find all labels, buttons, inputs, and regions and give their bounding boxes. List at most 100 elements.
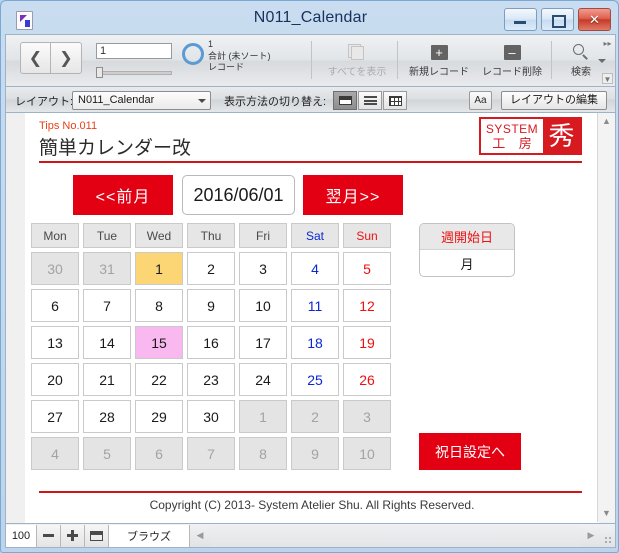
calendar-day-cell[interactable]: 29 <box>135 400 183 433</box>
calendar-day-cell[interactable]: 8 <box>135 289 183 322</box>
calendar-day-cell[interactable]: 11 <box>291 289 339 322</box>
calendar-day-cell[interactable]: 10 <box>343 437 391 470</box>
date-input[interactable]: 2016/06/01 <box>182 175 295 215</box>
calendar-day-cell[interactable]: 9 <box>291 437 339 470</box>
record-slider-thumb[interactable] <box>96 67 103 78</box>
content-vertical-scrollbar[interactable]: ▲ ▼ <box>597 113 615 522</box>
calendar-day-cell[interactable]: 27 <box>31 400 79 433</box>
table-view-button[interactable] <box>383 91 407 110</box>
record-slider[interactable] <box>96 67 172 78</box>
chevron-left-icon: ❮ <box>28 50 43 67</box>
calendar-day-cell[interactable]: 5 <box>343 252 391 285</box>
record-toolbar: ❮ ❯ 1 1 合計 (未ソート) レコード すべてを表示 + 新規レコード –… <box>5 34 616 86</box>
record-count: 1 <box>208 39 214 49</box>
logo-line1: SYSTEM <box>485 121 539 136</box>
calendar-weekday-tue: Tue <box>83 223 131 248</box>
calendar-day-cell[interactable]: 25 <box>291 363 339 396</box>
calendar-day-cell[interactable]: 6 <box>31 289 79 322</box>
calendar-day-cell[interactable]: 20 <box>31 363 79 396</box>
calendar-day-cell[interactable]: 30 <box>31 252 79 285</box>
calendar-day-cell[interactable]: 2 <box>187 252 235 285</box>
record-number-input[interactable]: 1 <box>96 43 172 59</box>
previous-month-button[interactable]: <<前月 <box>73 175 173 215</box>
minimize-button[interactable] <box>504 8 537 31</box>
calendar-grid: Mon Tue Wed Thu Fri Sat Sun 30 31 1 2 3 4 5 6 7 8 9 10 11 12… <box>31 223 401 474</box>
zoom-out-button[interactable] <box>37 524 61 547</box>
zoom-in-button[interactable] <box>61 524 85 547</box>
calendar-day-cell[interactable]: 13 <box>31 326 79 359</box>
list-view-button[interactable] <box>358 91 382 110</box>
calendar-week-row: 27 28 29 30 1 2 3 <box>31 400 401 433</box>
scroll-up-icon[interactable]: ▲ <box>598 113 615 130</box>
calendar-day-cell[interactable]: 19 <box>343 326 391 359</box>
calendar-day-cell[interactable]: 28 <box>83 400 131 433</box>
calendar-weekday-sat: Sat <box>291 223 339 248</box>
hscroll-right-icon[interactable]: ▶ <box>581 530 601 541</box>
maximize-button[interactable] <box>541 8 574 31</box>
calendar-day-cell[interactable]: 2 <box>291 400 339 433</box>
edit-layout-button[interactable]: レイアウトの編集 <box>501 91 607 110</box>
calendar-week-row: 6 7 8 9 10 11 12 <box>31 289 401 322</box>
month-navigation: <<前月 2016/06/01 翌月>> <box>73 175 403 215</box>
close-button[interactable]: ✕ <box>578 8 611 31</box>
form-view-button[interactable] <box>333 91 357 110</box>
calendar-day-cell[interactable]: 6 <box>135 437 183 470</box>
application-window: N011_Calendar ✕ ❮ ❯ 1 1 合計 (未ソート) レコード す… <box>0 0 619 553</box>
calendar-day-cell[interactable]: 3 <box>343 400 391 433</box>
calendar-day-cell[interactable]: 21 <box>83 363 131 396</box>
calendar-day-cell[interactable]: 7 <box>83 289 131 322</box>
calendar-day-cell[interactable]: 17 <box>239 326 287 359</box>
next-record-button[interactable]: ❯ <box>51 42 82 74</box>
scroll-down-icon[interactable]: ▼ <box>598 505 615 522</box>
calendar-day-cell[interactable]: 14 <box>83 326 131 359</box>
week-start-value[interactable]: 月 <box>420 250 514 276</box>
calendar-day-cell[interactable]: 1 <box>135 252 183 285</box>
calendar-day-cell[interactable]: 7 <box>187 437 235 470</box>
chevron-right-icon: ❯ <box>59 50 73 67</box>
calendar-day-cell[interactable]: 16 <box>187 326 235 359</box>
calendar-day-cell[interactable]: 23 <box>187 363 235 396</box>
logo-line2: 工 房 <box>492 135 537 151</box>
calendar-day-cell[interactable]: 4 <box>291 252 339 285</box>
calendar-day-cell[interactable]: 9 <box>187 289 235 322</box>
next-month-button[interactable]: 翌月>> <box>303 175 403 215</box>
previous-record-button[interactable]: ❮ <box>20 42 51 74</box>
record-slider-track <box>96 71 172 75</box>
calendar-day-cell[interactable]: 5 <box>83 437 131 470</box>
calendar-day-cell[interactable]: 26 <box>343 363 391 396</box>
mode-indicator[interactable]: ブラウズ <box>109 524 190 547</box>
toolbar-overflow[interactable]: ▸▸ ▼ <box>602 38 613 84</box>
calendar-day-cell[interactable]: 4 <box>31 437 79 470</box>
view-mode-group <box>333 91 408 110</box>
text-format-button[interactable]: Aa <box>469 91 492 110</box>
toolbar-collapse-icon[interactable]: ▼ <box>602 73 613 84</box>
delete-record-button[interactable]: – レコード削除 <box>476 41 548 81</box>
calendar-day-cell[interactable]: 15 <box>135 326 183 359</box>
calendar-day-cell[interactable]: 30 <box>187 400 235 433</box>
calendar-day-cell[interactable]: 31 <box>83 252 131 285</box>
toggle-window-button[interactable] <box>85 524 109 547</box>
view-switch-label: 表示方法の切り替え: <box>224 96 327 108</box>
calendar-day-cell[interactable]: 24 <box>239 363 287 396</box>
layout-label: レイアウト: <box>15 96 74 108</box>
calendar-day-cell[interactable]: 3 <box>239 252 287 285</box>
horizontal-scrollbar[interactable] <box>210 524 581 547</box>
calendar-day-cell[interactable]: 10 <box>239 289 287 322</box>
resize-grip[interactable] <box>601 525 615 547</box>
week-start-box: 週開始日 月 <box>419 223 515 277</box>
minus-square-glyph: – <box>503 44 521 60</box>
new-record-button[interactable]: + 新規レコード <box>403 41 475 81</box>
show-all-records-button[interactable]: すべてを表示 <box>321 41 393 81</box>
hscroll-left-icon[interactable]: ◀ <box>190 530 210 541</box>
calendar-day-cell[interactable]: 8 <box>239 437 287 470</box>
calendar-day-cell[interactable]: 22 <box>135 363 183 396</box>
calendar-day-cell[interactable]: 1 <box>239 400 287 433</box>
holiday-settings-button[interactable]: 祝日設定へ <box>419 433 521 470</box>
calendar-day-cell[interactable]: 18 <box>291 326 339 359</box>
layout-bar: レイアウト: N011_Calendar 表示方法の切り替え: Aa レイアウト… <box>5 86 616 113</box>
layout-select[interactable]: N011_Calendar <box>72 91 211 110</box>
toolbar-separator <box>551 41 552 79</box>
calendar-day-cell[interactable]: 12 <box>343 289 391 322</box>
tips-number: Tips No.011 <box>39 120 98 132</box>
toolbar-expand-icon[interactable]: ▸▸ <box>602 38 613 49</box>
